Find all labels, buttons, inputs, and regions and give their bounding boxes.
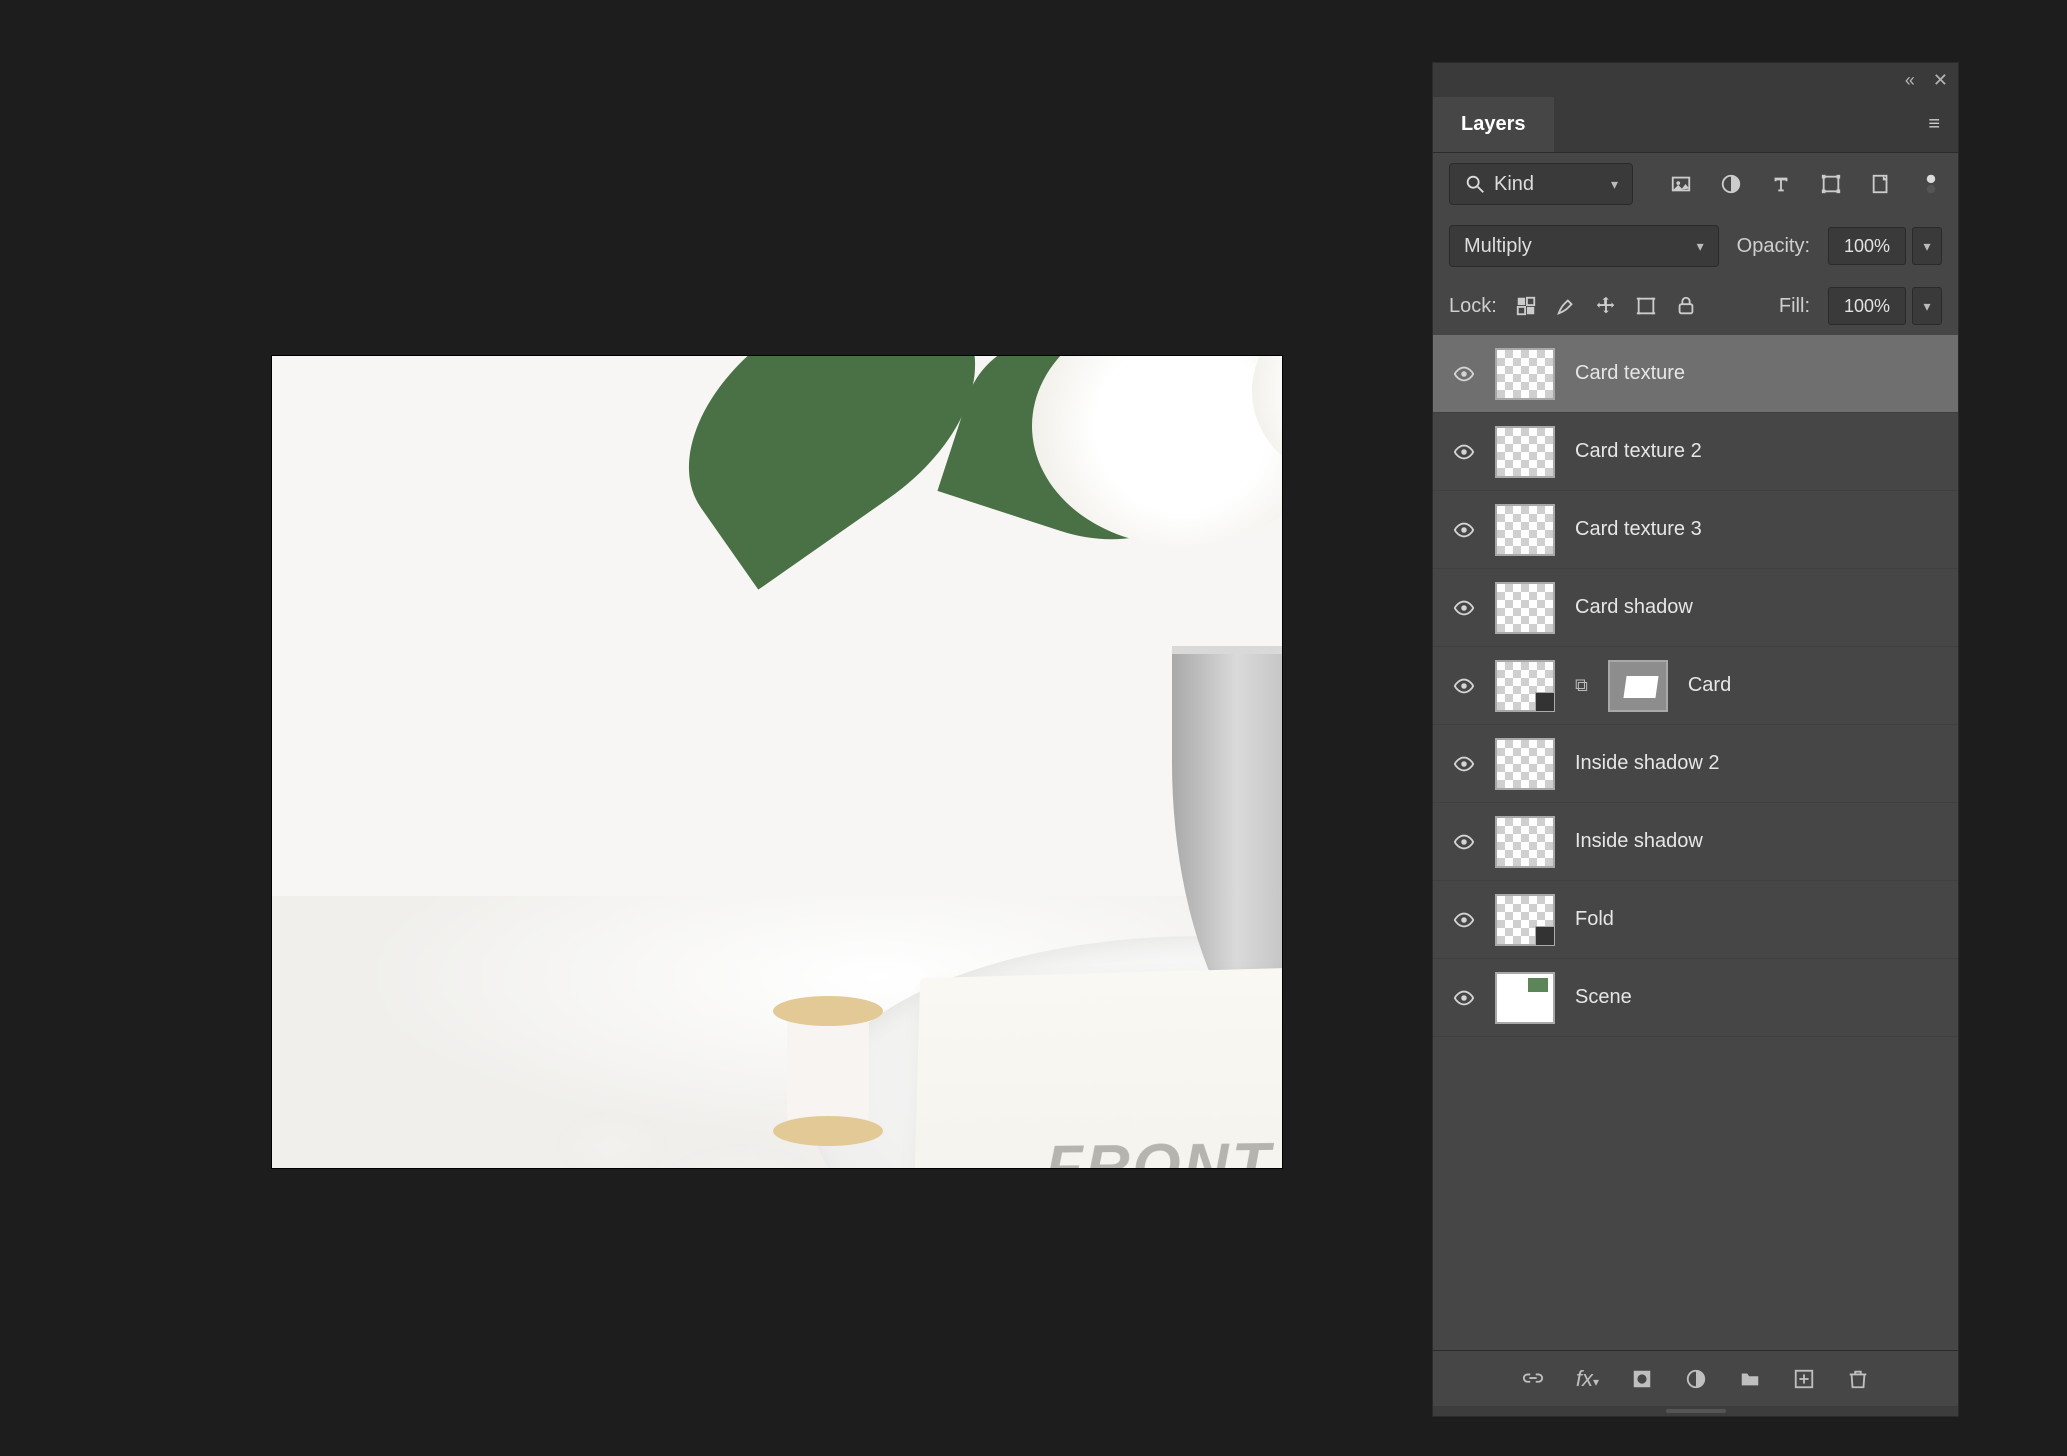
panel-menu-icon[interactable]: ≡ (1910, 113, 1958, 136)
layer-name[interactable]: Card shadow (1575, 596, 1693, 619)
collapse-icon[interactable]: « (1905, 70, 1915, 91)
canvas-area[interactable]: FRONT (272, 356, 1282, 1168)
scene-background: FRONT (272, 356, 1282, 1168)
chevron-down-icon: ▾ (1697, 238, 1704, 255)
visibility-toggle[interactable] (1453, 597, 1475, 619)
tab-label: Layers (1461, 113, 1526, 136)
filter-kind-select[interactable]: Kind ▾ (1449, 163, 1633, 205)
fx-icon[interactable]: fx▾ (1576, 1366, 1599, 1392)
lock-icons (1515, 295, 1697, 317)
lock-row: Lock: Fill: 100% ▾ (1433, 277, 1958, 335)
close-icon[interactable]: ✕ (1933, 70, 1948, 91)
layer-thumbnail[interactable] (1495, 894, 1555, 946)
card-text: FRONT (1045, 1129, 1274, 1168)
layer-thumbnail[interactable] (1495, 738, 1555, 790)
layer-name[interactable]: Fold (1575, 908, 1614, 931)
link-icon[interactable]: ⧉ (1575, 675, 1588, 696)
fill-value[interactable]: 100% (1828, 287, 1906, 325)
lock-label: Lock: (1449, 295, 1497, 318)
search-icon (1464, 173, 1486, 195)
layer-thumbnail[interactable] (1495, 582, 1555, 634)
lock-artboard-icon[interactable] (1635, 295, 1657, 317)
layer-thumbnail[interactable] (1495, 348, 1555, 400)
layer-row[interactable]: Card texture 2 (1433, 413, 1958, 491)
layer-thumbnail[interactable] (1495, 426, 1555, 478)
layer-row[interactable]: Card texture 3 (1433, 491, 1958, 569)
fill-field[interactable]: 100% ▾ (1828, 287, 1942, 325)
panel-tabs: Layers ≡ (1433, 97, 1958, 153)
layer-mask-thumbnail[interactable] (1608, 660, 1668, 712)
new-layer-icon[interactable] (1793, 1368, 1815, 1390)
blend-mode-select[interactable]: Multiply ▾ (1449, 225, 1719, 267)
visibility-toggle[interactable] (1453, 441, 1475, 463)
lock-all-icon[interactable] (1675, 295, 1697, 317)
adjustment-icon[interactable] (1685, 1368, 1707, 1390)
layer-name[interactable]: Inside shadow 2 (1575, 752, 1720, 775)
lock-paint-icon[interactable] (1555, 295, 1577, 317)
filter-kind-label: Kind (1494, 173, 1534, 196)
layers-list[interactable]: Card texture Card texture 2 Card texture 3… (1433, 335, 1958, 1350)
layer-row[interactable]: Inside shadow (1433, 803, 1958, 881)
opacity-label: Opacity: (1737, 235, 1810, 258)
chevron-down-icon: ▾ (1611, 176, 1618, 193)
layer-thumbnail[interactable] (1495, 972, 1555, 1024)
fill-label: Fill: (1779, 295, 1810, 318)
opacity-value[interactable]: 100% (1828, 227, 1906, 265)
chevron-down-icon[interactable]: ▾ (1912, 227, 1942, 265)
layer-thumbnail[interactable] (1495, 816, 1555, 868)
layer-name[interactable]: Card texture (1575, 362, 1685, 385)
chevron-down-icon[interactable]: ▾ (1912, 287, 1942, 325)
filter-pixel-icon[interactable] (1670, 173, 1692, 195)
visibility-toggle[interactable] (1453, 519, 1475, 541)
layer-row[interactable]: Scene (1433, 959, 1958, 1037)
panel-footer: fx▾ (1433, 1350, 1958, 1406)
layers-panel: « ✕ Layers ≡ Kind ▾ (1432, 62, 1959, 1417)
trash-icon[interactable] (1847, 1368, 1869, 1390)
layer-name[interactable]: Card texture 3 (1575, 518, 1702, 541)
filter-toggle-icon[interactable] (1920, 173, 1942, 195)
scene-card: FRONT (909, 965, 1282, 1168)
group-icon[interactable] (1739, 1368, 1761, 1390)
lock-transparency-icon[interactable] (1515, 295, 1537, 317)
visibility-toggle[interactable] (1453, 675, 1475, 697)
layer-row[interactable]: ⧉ Card (1433, 647, 1958, 725)
link-layers-icon[interactable] (1522, 1368, 1544, 1390)
layer-name[interactable]: Scene (1575, 986, 1632, 1009)
visibility-toggle[interactable] (1453, 987, 1475, 1009)
opacity-field[interactable]: 100% ▾ (1828, 227, 1942, 265)
visibility-toggle[interactable] (1453, 753, 1475, 775)
mask-icon[interactable] (1631, 1368, 1653, 1390)
layer-name[interactable]: Card texture 2 (1575, 440, 1702, 463)
visibility-toggle[interactable] (1453, 363, 1475, 385)
blend-row: Multiply ▾ Opacity: 100% ▾ (1433, 215, 1958, 277)
panel-titlebar: « ✕ (1433, 63, 1958, 97)
scene-spool (778, 996, 878, 1146)
lock-position-icon[interactable] (1595, 295, 1617, 317)
filter-type-icon[interactable] (1770, 173, 1792, 195)
blend-mode-value: Multiply (1464, 235, 1532, 258)
resize-grip[interactable] (1433, 1406, 1958, 1416)
layer-row[interactable]: Fold (1433, 881, 1958, 959)
layer-row[interactable]: Card shadow (1433, 569, 1958, 647)
layer-row[interactable]: Inside shadow 2 (1433, 725, 1958, 803)
visibility-toggle[interactable] (1453, 909, 1475, 931)
filter-shape-icon[interactable] (1820, 173, 1842, 195)
layer-name[interactable]: Card (1688, 674, 1731, 697)
layer-name[interactable]: Inside shadow (1575, 830, 1703, 853)
filter-adjust-icon[interactable] (1720, 173, 1742, 195)
layer-thumbnail[interactable] (1495, 660, 1555, 712)
filter-icons (1670, 173, 1942, 195)
tab-layers[interactable]: Layers (1433, 97, 1554, 152)
layer-thumbnail[interactable] (1495, 504, 1555, 556)
filter-smart-icon[interactable] (1870, 173, 1892, 195)
visibility-toggle[interactable] (1453, 831, 1475, 853)
filter-row: Kind ▾ (1433, 153, 1958, 215)
layer-row[interactable]: Card texture (1433, 335, 1958, 413)
